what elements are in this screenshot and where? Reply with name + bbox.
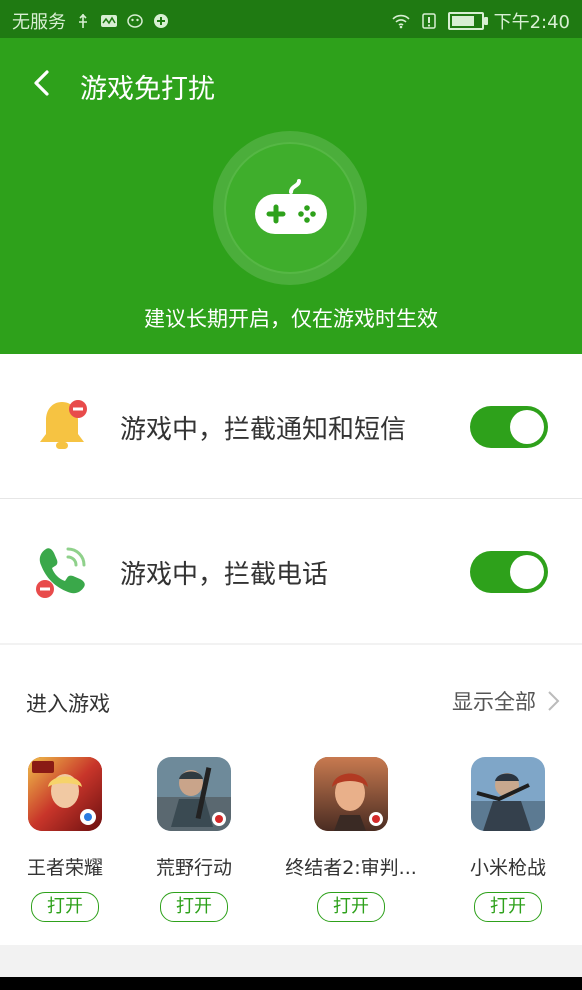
game-icon-hyxd[interactable] xyxy=(157,757,231,831)
calls-toggle[interactable] xyxy=(470,551,548,593)
header-tip: 建议长期开启，仅在游戏时生效 xyxy=(144,307,438,331)
bell-block-icon xyxy=(40,400,87,449)
game-icon-terminator2[interactable] xyxy=(314,757,388,831)
game-item: 王者荣耀 打开 xyxy=(0,757,135,922)
setting-row-notifications[interactable]: 游戏中，拦截通知和短信 xyxy=(0,354,582,499)
back-arrow-icon[interactable] xyxy=(26,66,60,100)
status-time: 下午2:40 xyxy=(493,12,570,33)
header: 游戏免打扰 建议长期开启，仅在游戏时生效 xyxy=(0,38,582,354)
game-name: 王者荣耀 xyxy=(26,857,103,879)
status-left: 无服务 xyxy=(12,8,170,34)
game-icon-wzry[interactable] xyxy=(28,757,102,831)
game-item: 小米枪战 打开 xyxy=(438,757,578,922)
gamepad-icon xyxy=(255,179,327,234)
nav-bar xyxy=(0,977,582,990)
battery-icon xyxy=(447,12,488,30)
game-dnd-screen: 无服务 下午2:40 游戏免打扰 建议长期开启，仅在游戏时生效 游戏中，拦截通知… xyxy=(0,0,582,990)
game-icon-xmqz[interactable] xyxy=(471,757,545,831)
gamepad-badge xyxy=(213,131,367,285)
mask-icon xyxy=(127,14,143,28)
activity-icon xyxy=(101,15,117,27)
open-button[interactable]: 打开 xyxy=(31,892,99,922)
setting-label: 游戏中，拦截电话 xyxy=(120,560,329,590)
open-button[interactable]: 打开 xyxy=(317,892,385,922)
bottom-spacer xyxy=(0,945,582,977)
settings-card: 游戏中，拦截通知和短信 游戏中，拦截电话 xyxy=(0,354,582,643)
carrier-text: 无服务 xyxy=(12,12,66,33)
open-button[interactable]: 打开 xyxy=(160,892,228,922)
show-all-link[interactable]: 显示全部 xyxy=(452,686,560,716)
game-name: 荒野行动 xyxy=(155,857,232,879)
open-button[interactable]: 打开 xyxy=(474,892,542,922)
phone-block-icon xyxy=(36,547,86,598)
status-right: 下午2:40 xyxy=(391,8,570,34)
game-name: 小米枪战 xyxy=(469,857,546,879)
game-item: 荒野行动 打开 xyxy=(124,757,264,922)
game-name: 终结者2:审判... xyxy=(285,857,417,879)
setting-label: 游戏中，拦截通知和短信 xyxy=(120,415,407,445)
notifications-toggle[interactable] xyxy=(470,406,548,448)
app-icon xyxy=(154,14,168,28)
games-section-title: 进入游戏 xyxy=(26,692,110,716)
sim-alert-icon xyxy=(421,13,436,29)
show-all-label: 显示全部 xyxy=(452,690,536,714)
page-title: 游戏免打扰 xyxy=(80,74,215,105)
setting-row-calls[interactable]: 游戏中，拦截电话 xyxy=(0,499,582,643)
chevron-right-icon xyxy=(548,691,560,711)
wifi-icon xyxy=(391,14,410,29)
game-item: 终结者2:审判... 打开 xyxy=(281,757,421,922)
status-bar: 无服务 下午2:40 xyxy=(0,0,582,38)
usb-icon xyxy=(79,13,87,28)
